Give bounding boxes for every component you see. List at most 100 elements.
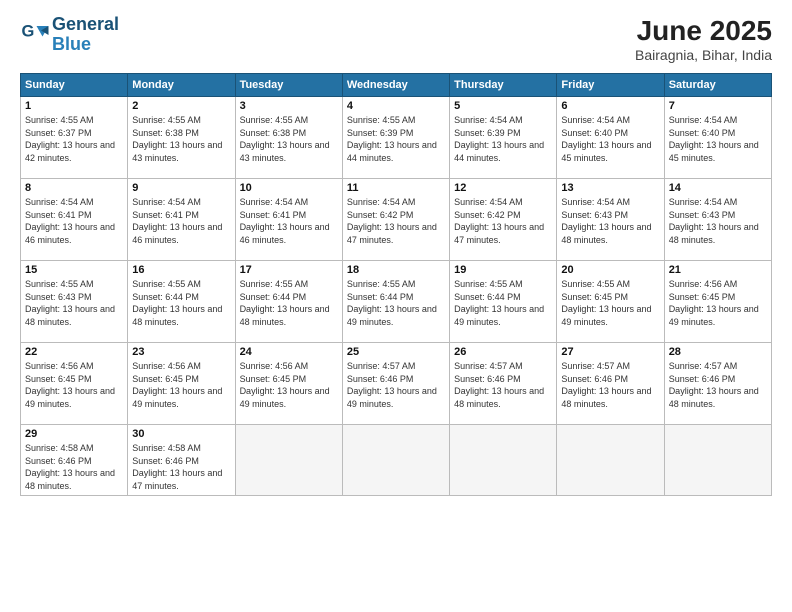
page: G General Blue June 2025 Bairagnia, Biha… — [0, 0, 792, 612]
day-number: 8 — [25, 182, 123, 194]
day-number: 20 — [561, 264, 659, 276]
calendar-cell — [450, 425, 557, 496]
calendar-cell: 24 Sunrise: 4:56 AMSunset: 6:45 PMDaylig… — [235, 343, 342, 425]
calendar-cell — [342, 425, 449, 496]
day-header-friday: Friday — [557, 74, 664, 97]
day-info: Sunrise: 4:54 AMSunset: 6:41 PMDaylight:… — [132, 197, 222, 245]
day-number: 18 — [347, 264, 445, 276]
svg-text:G: G — [22, 22, 35, 40]
day-info: Sunrise: 4:54 AMSunset: 6:40 PMDaylight:… — [561, 115, 651, 163]
day-header-thursday: Thursday — [450, 74, 557, 97]
day-info: Sunrise: 4:55 AMSunset: 6:38 PMDaylight:… — [240, 115, 330, 163]
calendar-cell: 30 Sunrise: 4:58 AMSunset: 6:46 PMDaylig… — [128, 425, 235, 496]
calendar-cell: 21 Sunrise: 4:56 AMSunset: 6:45 PMDaylig… — [664, 261, 771, 343]
calendar-table: SundayMondayTuesdayWednesdayThursdayFrid… — [20, 73, 772, 496]
day-number: 12 — [454, 182, 552, 194]
day-info: Sunrise: 4:55 AMSunset: 6:45 PMDaylight:… — [561, 279, 651, 327]
day-info: Sunrise: 4:54 AMSunset: 6:42 PMDaylight:… — [347, 197, 437, 245]
day-info: Sunrise: 4:54 AMSunset: 6:41 PMDaylight:… — [240, 197, 330, 245]
day-info: Sunrise: 4:54 AMSunset: 6:43 PMDaylight:… — [669, 197, 759, 245]
day-info: Sunrise: 4:57 AMSunset: 6:46 PMDaylight:… — [347, 361, 437, 409]
day-info: Sunrise: 4:56 AMSunset: 6:45 PMDaylight:… — [132, 361, 222, 409]
day-number: 22 — [25, 346, 123, 358]
logo-icon: G — [20, 20, 50, 50]
calendar-cell: 5 Sunrise: 4:54 AMSunset: 6:39 PMDayligh… — [450, 97, 557, 179]
location: Bairagnia, Bihar, India — [635, 47, 772, 63]
day-number: 15 — [25, 264, 123, 276]
day-info: Sunrise: 4:55 AMSunset: 6:44 PMDaylight:… — [347, 279, 437, 327]
logo-text: General Blue — [52, 15, 119, 55]
day-number: 1 — [25, 100, 123, 112]
calendar-cell: 15 Sunrise: 4:55 AMSunset: 6:43 PMDaylig… — [21, 261, 128, 343]
calendar-cell: 17 Sunrise: 4:55 AMSunset: 6:44 PMDaylig… — [235, 261, 342, 343]
day-info: Sunrise: 4:56 AMSunset: 6:45 PMDaylight:… — [669, 279, 759, 327]
day-number: 4 — [347, 100, 445, 112]
day-header-sunday: Sunday — [21, 74, 128, 97]
day-info: Sunrise: 4:55 AMSunset: 6:44 PMDaylight:… — [240, 279, 330, 327]
day-info: Sunrise: 4:56 AMSunset: 6:45 PMDaylight:… — [240, 361, 330, 409]
calendar-cell: 16 Sunrise: 4:55 AMSunset: 6:44 PMDaylig… — [128, 261, 235, 343]
day-number: 14 — [669, 182, 767, 194]
calendar-cell — [235, 425, 342, 496]
day-number: 5 — [454, 100, 552, 112]
day-number: 16 — [132, 264, 230, 276]
calendar-cell: 4 Sunrise: 4:55 AMSunset: 6:39 PMDayligh… — [342, 97, 449, 179]
day-header-saturday: Saturday — [664, 74, 771, 97]
day-number: 21 — [669, 264, 767, 276]
month-title: June 2025 — [635, 15, 772, 47]
day-number: 30 — [132, 428, 230, 440]
calendar-cell: 6 Sunrise: 4:54 AMSunset: 6:40 PMDayligh… — [557, 97, 664, 179]
day-info: Sunrise: 4:57 AMSunset: 6:46 PMDaylight:… — [669, 361, 759, 409]
day-number: 19 — [454, 264, 552, 276]
day-info: Sunrise: 4:55 AMSunset: 6:43 PMDaylight:… — [25, 279, 115, 327]
calendar-cell: 3 Sunrise: 4:55 AMSunset: 6:38 PMDayligh… — [235, 97, 342, 179]
calendar-cell — [557, 425, 664, 496]
calendar-cell: 2 Sunrise: 4:55 AMSunset: 6:38 PMDayligh… — [128, 97, 235, 179]
logo: G General Blue — [20, 15, 119, 55]
day-number: 17 — [240, 264, 338, 276]
calendar-cell: 8 Sunrise: 4:54 AMSunset: 6:41 PMDayligh… — [21, 179, 128, 261]
calendar-cell: 25 Sunrise: 4:57 AMSunset: 6:46 PMDaylig… — [342, 343, 449, 425]
header: G General Blue June 2025 Bairagnia, Biha… — [20, 15, 772, 63]
day-number: 25 — [347, 346, 445, 358]
calendar-cell: 27 Sunrise: 4:57 AMSunset: 6:46 PMDaylig… — [557, 343, 664, 425]
day-number: 11 — [347, 182, 445, 194]
calendar-cell: 1 Sunrise: 4:55 AMSunset: 6:37 PMDayligh… — [21, 97, 128, 179]
calendar-cell: 14 Sunrise: 4:54 AMSunset: 6:43 PMDaylig… — [664, 179, 771, 261]
calendar-cell: 28 Sunrise: 4:57 AMSunset: 6:46 PMDaylig… — [664, 343, 771, 425]
day-info: Sunrise: 4:58 AMSunset: 6:46 PMDaylight:… — [132, 443, 222, 491]
day-info: Sunrise: 4:55 AMSunset: 6:44 PMDaylight:… — [132, 279, 222, 327]
day-number: 10 — [240, 182, 338, 194]
calendar-cell: 19 Sunrise: 4:55 AMSunset: 6:44 PMDaylig… — [450, 261, 557, 343]
day-info: Sunrise: 4:57 AMSunset: 6:46 PMDaylight:… — [454, 361, 544, 409]
day-header-wednesday: Wednesday — [342, 74, 449, 97]
day-number: 2 — [132, 100, 230, 112]
day-number: 26 — [454, 346, 552, 358]
day-info: Sunrise: 4:54 AMSunset: 6:40 PMDaylight:… — [669, 115, 759, 163]
calendar-cell: 22 Sunrise: 4:56 AMSunset: 6:45 PMDaylig… — [21, 343, 128, 425]
day-info: Sunrise: 4:56 AMSunset: 6:45 PMDaylight:… — [25, 361, 115, 409]
day-info: Sunrise: 4:55 AMSunset: 6:37 PMDaylight:… — [25, 115, 115, 163]
day-info: Sunrise: 4:54 AMSunset: 6:41 PMDaylight:… — [25, 197, 115, 245]
day-header-tuesday: Tuesday — [235, 74, 342, 97]
calendar-cell: 23 Sunrise: 4:56 AMSunset: 6:45 PMDaylig… — [128, 343, 235, 425]
calendar-cell: 13 Sunrise: 4:54 AMSunset: 6:43 PMDaylig… — [557, 179, 664, 261]
calendar-cell: 12 Sunrise: 4:54 AMSunset: 6:42 PMDaylig… — [450, 179, 557, 261]
day-number: 3 — [240, 100, 338, 112]
day-header-monday: Monday — [128, 74, 235, 97]
day-info: Sunrise: 4:54 AMSunset: 6:39 PMDaylight:… — [454, 115, 544, 163]
day-info: Sunrise: 4:57 AMSunset: 6:46 PMDaylight:… — [561, 361, 651, 409]
day-info: Sunrise: 4:54 AMSunset: 6:42 PMDaylight:… — [454, 197, 544, 245]
day-number: 23 — [132, 346, 230, 358]
day-info: Sunrise: 4:55 AMSunset: 6:38 PMDaylight:… — [132, 115, 222, 163]
day-info: Sunrise: 4:55 AMSunset: 6:39 PMDaylight:… — [347, 115, 437, 163]
day-number: 13 — [561, 182, 659, 194]
day-info: Sunrise: 4:55 AMSunset: 6:44 PMDaylight:… — [454, 279, 544, 327]
day-number: 6 — [561, 100, 659, 112]
calendar-cell: 20 Sunrise: 4:55 AMSunset: 6:45 PMDaylig… — [557, 261, 664, 343]
day-number: 27 — [561, 346, 659, 358]
day-number: 29 — [25, 428, 123, 440]
calendar-cell: 29 Sunrise: 4:58 AMSunset: 6:46 PMDaylig… — [21, 425, 128, 496]
calendar-cell: 9 Sunrise: 4:54 AMSunset: 6:41 PMDayligh… — [128, 179, 235, 261]
title-block: June 2025 Bairagnia, Bihar, India — [635, 15, 772, 63]
